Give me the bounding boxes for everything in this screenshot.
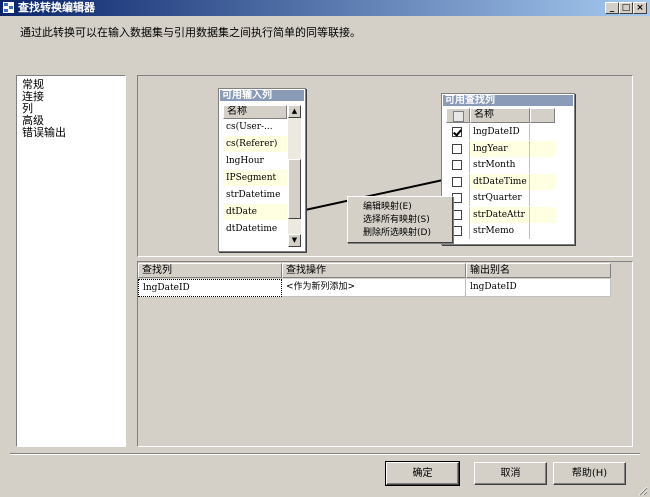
cancel-button[interactable]: 取消: [474, 462, 547, 485]
nav-list[interactable]: 常规 连接 列 高级 错误输出: [16, 75, 126, 447]
input-row[interactable]: lngHour: [223, 153, 287, 169]
close-button[interactable]: ×: [633, 2, 647, 14]
scroll-thumb[interactable]: [288, 159, 301, 219]
input-row[interactable]: IPSegment: [223, 170, 287, 186]
lookup-row-checkbox[interactable]: [452, 193, 462, 203]
lookup-row-checkbox-cell[interactable]: [446, 124, 470, 140]
maximize-button[interactable]: □: [619, 2, 633, 14]
lookup-row-extra-cell: [530, 140, 555, 157]
lookup-row-name[interactable]: strDateAttr: [470, 206, 530, 223]
input-table-scrollbar[interactable]: ▲ ▼: [288, 105, 301, 247]
grid-header-output-alias[interactable]: 输出别名: [466, 263, 611, 278]
input-row[interactable]: dtDatetime: [223, 221, 287, 237]
lookup-row-name[interactable]: strMonth: [470, 157, 530, 173]
lookup-row-checkbox[interactable]: [452, 143, 462, 154]
input-table-title: 可用输入列: [220, 90, 304, 101]
grid-cell-lookup-column[interactable]: lngDateID: [138, 279, 282, 297]
lookup-row-extra-cell: [530, 223, 555, 239]
scroll-down-icon[interactable]: ▼: [288, 234, 301, 247]
input-row[interactable]: cs(Referer): [223, 136, 287, 152]
nav-item-error-output[interactable]: 错误输出: [22, 127, 66, 139]
lookup-table-title: 可用查找列: [443, 95, 573, 106]
lookup-row-extra-cell: [530, 124, 555, 140]
lookup-row-name[interactable]: strMemo: [470, 223, 530, 239]
lookup-row-checkbox[interactable]: [452, 209, 462, 220]
lookup-row-checkbox-cell[interactable]: [446, 140, 470, 157]
ok-button[interactable]: 确定: [385, 461, 460, 486]
input-table-header: 名称: [223, 105, 287, 119]
lookup-row-checkbox-cell[interactable]: [446, 173, 470, 190]
input-row[interactable]: strDatetime: [223, 187, 287, 203]
lookup-row-checkbox[interactable]: [452, 226, 462, 236]
window-title: 查找转换编辑器: [18, 1, 95, 14]
minimize-button[interactable]: _: [605, 2, 619, 14]
footer-separator: [10, 453, 640, 455]
lookup-row-name[interactable]: lngDateID: [470, 124, 530, 140]
lookup-row-extra-cell: [530, 190, 555, 206]
input-row[interactable]: cs(User-...: [223, 119, 287, 135]
app-icon: [3, 2, 14, 13]
lookup-row-name[interactable]: lngYear: [470, 140, 530, 157]
resize-grip-icon[interactable]: [636, 484, 648, 496]
grid-header-lookup-operation[interactable]: 查找操作: [282, 263, 466, 278]
lookup-row-extra-cell: [530, 206, 555, 223]
menu-item-select-all-mappings[interactable]: 选择所有映射(S): [363, 214, 430, 226]
lookup-row-extra-cell: [530, 157, 555, 173]
lookup-row-checkbox[interactable]: [452, 176, 462, 187]
scroll-up-icon[interactable]: ▲: [288, 105, 301, 118]
lookup-row-name[interactable]: strQuarter: [470, 190, 530, 206]
lookup-table-header-extra: [530, 108, 555, 123]
column-grid[interactable]: 查找列 查找操作 输出别名 lngDateID <作为新列添加> lngDate…: [137, 261, 633, 447]
lookup-row-checkbox[interactable]: [452, 160, 462, 170]
menu-item-delete-selected-mappings[interactable]: 删除所选映射(D): [363, 227, 431, 239]
grid-cell-lookup-operation[interactable]: <作为新列添加>: [282, 279, 466, 297]
lookup-header-checkbox-col[interactable]: [446, 108, 470, 123]
context-menu[interactable]: 编辑映射(E) 选择所有映射(S) 删除所选映射(D): [347, 196, 453, 243]
description-text: 通过此转换可以在输入数据集与引用数据集之间执行简单的同等联接。: [20, 26, 361, 39]
help-button[interactable]: 帮助(H): [553, 462, 626, 485]
grid-header-lookup-column[interactable]: 查找列: [138, 263, 282, 278]
lookup-row-checkbox-cell[interactable]: [446, 157, 470, 173]
lookup-table-header: 名称: [470, 108, 530, 123]
lookup-columns-table[interactable]: 可用查找列 名称 lngDateID lngYear strMonth dtDateT…: [441, 93, 575, 245]
lookup-row-checkbox[interactable]: [452, 127, 462, 137]
menu-item-edit-mapping[interactable]: 编辑映射(E): [363, 201, 412, 213]
input-row[interactable]: dtDate: [223, 204, 287, 220]
grid-cell-output-alias[interactable]: lngDateID: [466, 279, 611, 297]
lookup-row-extra-cell: [530, 173, 555, 190]
input-columns-table[interactable]: 可用输入列 名称 cs(User-... cs(Referer) lngHour…: [218, 88, 306, 252]
lookup-row-name[interactable]: dtDateTime: [470, 173, 530, 190]
title-bar[interactable]: 查找转换编辑器 _ □ ×: [0, 0, 650, 16]
